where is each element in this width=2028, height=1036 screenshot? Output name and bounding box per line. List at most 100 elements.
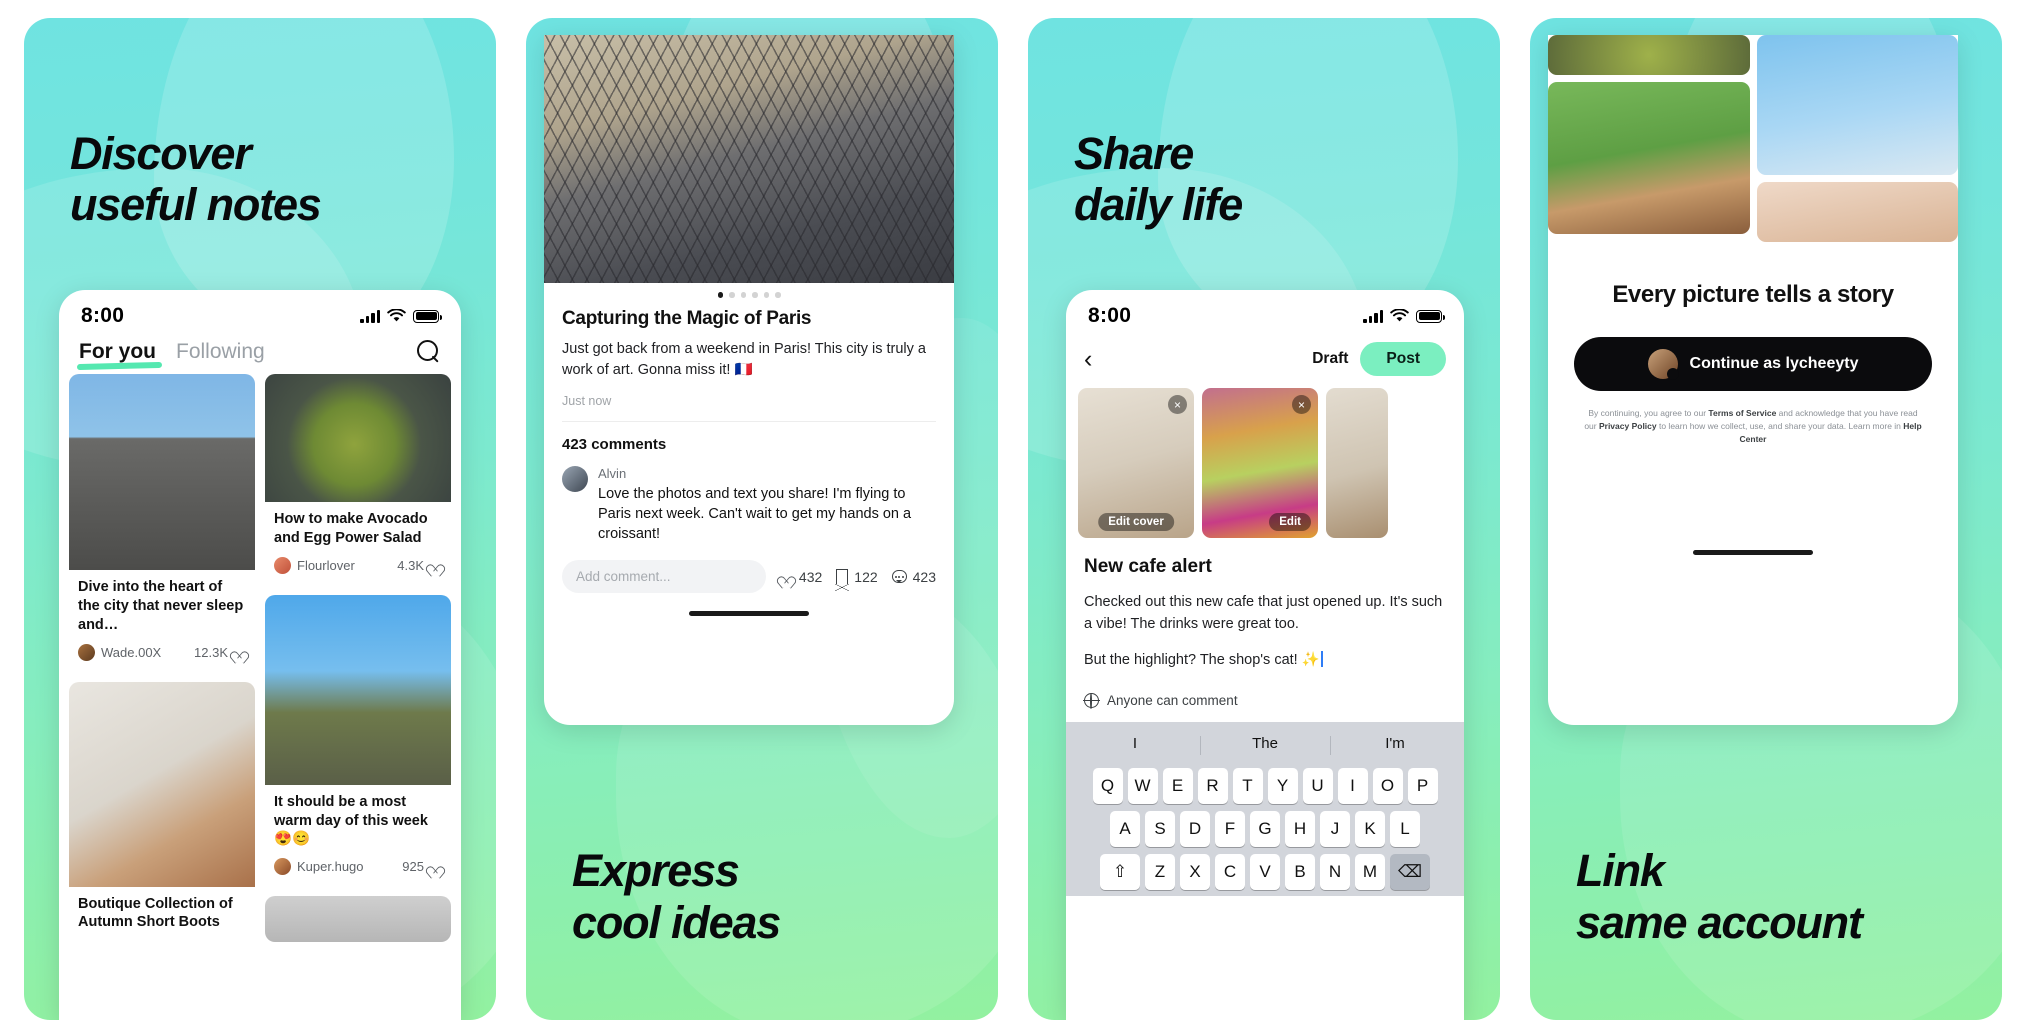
key-r[interactable]: R [1197,768,1228,805]
key-b[interactable]: B [1285,854,1315,891]
grid-photo [1548,82,1750,234]
heart-icon [233,646,246,658]
key-q[interactable]: Q [1092,768,1123,805]
key-k[interactable]: K [1355,811,1385,848]
feed-card[interactable]: Dive into the heart of the city that nev… [69,374,255,671]
card-username[interactable]: Kuper.hugo [297,859,364,874]
carousel-dots[interactable] [544,283,954,302]
key-u[interactable]: U [1302,768,1333,805]
edit-cover-button[interactable]: Edit cover [1098,513,1174,531]
prediction-item[interactable]: I'm [1330,730,1460,761]
feed-card[interactable]: It should be a most warm day of this wee… [265,594,451,886]
battery-icon [1416,309,1445,323]
carousel-dot[interactable] [775,292,781,298]
legal-fine-print: By continuing, you agree to our Terms of… [1548,391,1958,447]
avatar [562,465,588,492]
post-button[interactable]: Post [1360,342,1446,376]
key-m[interactable]: M [1355,854,1385,891]
terms-of-service-link[interactable]: Terms of Service [1708,408,1776,418]
carousel-dot[interactable] [763,292,769,298]
key-i[interactable]: I [1337,768,1368,805]
globe-icon [1083,692,1100,709]
bookmark-button[interactable]: 122 [835,569,878,592]
like-button[interactable]: 432 [780,569,822,585]
avatar [1647,348,1679,380]
comment-item: Alvin Love the photos and text you share… [562,465,936,545]
key-g[interactable]: G [1250,811,1280,848]
login-title: Every picture tells a story [1612,281,1894,308]
bookmark-icon [835,569,850,592]
prediction-item[interactable]: I [1070,730,1200,761]
card-like-count[interactable]: 925 [402,859,442,874]
key-x[interactable]: X [1180,854,1210,891]
key-p[interactable]: P [1407,768,1438,805]
card-body: Dive into the heart of the city that nev… [69,570,255,671]
card-body: Boutique Collection of Autumn Short Boot… [69,887,255,943]
card-like-count[interactable]: 4.3K [397,558,442,573]
post-action-bar: Add comment... 432 122 423 [544,544,954,605]
wifi-icon [1390,309,1409,322]
key-a[interactable]: A [1110,811,1140,848]
key-w[interactable]: W [1127,768,1158,805]
carousel-dot[interactable] [752,292,758,298]
key-v[interactable]: V [1250,854,1280,891]
comment-author[interactable]: Alvin [598,466,936,481]
feed-card[interactable]: Boutique Collection of Autumn Short Boot… [69,681,255,943]
status-clock: 8:00 [1088,304,1132,327]
avatar [274,858,291,876]
key-c[interactable]: C [1215,854,1245,891]
key-y[interactable]: Y [1267,768,1298,805]
composer-paragraph-2[interactable]: But the highlight? The shop's cat! ✨ [1084,650,1446,672]
privacy-policy-link[interactable]: Privacy Policy [1599,421,1657,431]
media-thumbnail[interactable]: × Edit [1202,388,1318,538]
close-icon[interactable]: × [1292,395,1311,414]
card-meta: Wade.00X 12.3K [78,643,246,661]
card-body: How to make Avocado and Egg Power Salad … [265,502,451,584]
composer-title[interactable]: New cafe alert [1084,556,1446,578]
key-h[interactable]: H [1285,811,1315,848]
add-comment-input[interactable]: Add comment... [562,560,766,594]
close-icon[interactable]: × [1168,395,1187,414]
carousel-dot-active[interactable] [717,292,723,298]
media-strip[interactable]: × Edit cover × Edit [1066,388,1464,538]
feed-column-right: How to make Avocado and Egg Power Salad … [265,374,451,943]
continue-as-button[interactable]: Continue as lycheeyty [1574,336,1932,391]
comment-button[interactable]: 423 [891,569,936,585]
draft-button[interactable]: Draft [1312,350,1348,368]
panel-headline: Link same account [1576,845,1863,948]
key-j[interactable]: J [1320,811,1350,848]
key-s[interactable]: S [1145,811,1175,848]
prediction-item[interactable]: The [1200,730,1330,761]
card-body: It should be a most warm day of this wee… [265,785,451,886]
key-e[interactable]: E [1162,768,1193,805]
tab-for-you[interactable]: For you [79,340,156,364]
key-t[interactable]: T [1232,768,1263,805]
key-backspace[interactable]: ⌫ [1390,854,1430,891]
key-d[interactable]: D [1180,811,1210,848]
tab-following[interactable]: Following [176,340,265,364]
key-z[interactable]: Z [1145,854,1175,891]
card-username[interactable]: Wade.00X [101,645,161,660]
card-like-count[interactable]: 12.3K [194,645,246,660]
carousel-dot[interactable] [740,292,746,298]
post-body: Capturing the Magic of Paris Just got ba… [544,302,954,545]
edit-button[interactable]: Edit [1269,513,1311,531]
composer-paragraph-1[interactable]: Checked out this new cafe that just open… [1084,592,1446,636]
key-o[interactable]: O [1372,768,1403,805]
feed-card[interactable]: How to make Avocado and Egg Power Salad … [265,374,451,584]
media-thumbnail[interactable]: × Edit cover [1078,388,1194,538]
text-caret [1320,650,1323,667]
key-n[interactable]: N [1320,854,1350,891]
media-thumbnail[interactable] [1326,388,1388,538]
avatar [78,643,95,661]
card-username[interactable]: Flourlover [297,558,355,573]
comment-permission-row[interactable]: Anyone can comment [1066,671,1464,722]
feed-card[interactable] [265,896,451,943]
back-icon[interactable]: ‹ [1084,346,1092,372]
search-icon[interactable] [417,340,441,364]
key-f[interactable]: F [1215,811,1245,848]
card-image [265,896,451,943]
key-l[interactable]: L [1390,811,1420,848]
key-shift[interactable]: ⇧ [1100,854,1140,891]
carousel-dot[interactable] [729,292,735,298]
